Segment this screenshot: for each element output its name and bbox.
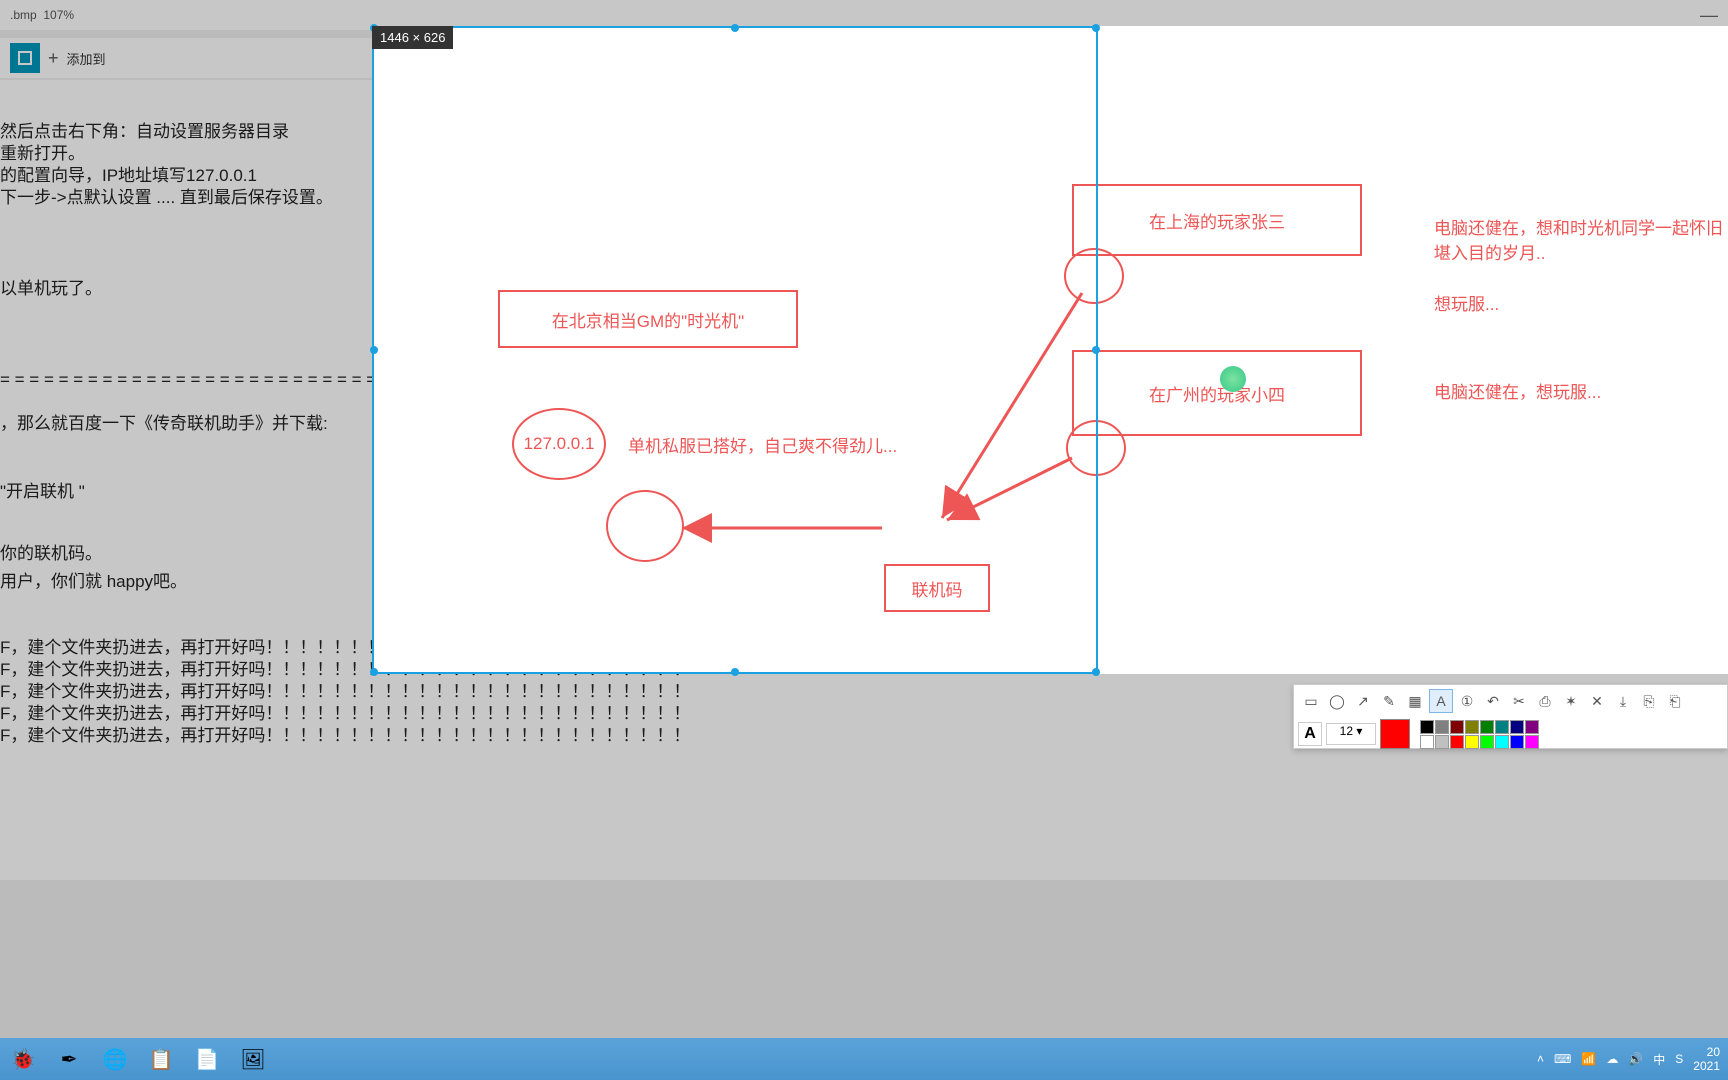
save-tool[interactable]: ⤓	[1611, 689, 1635, 713]
shanghai-label: 在上海的玩家张三	[1149, 208, 1285, 233]
box-shanghai: 在上海的玩家张三	[1072, 184, 1362, 256]
color-swatch[interactable]	[1495, 720, 1509, 734]
tray-cloud-icon[interactable]: ☁	[1606, 1052, 1618, 1066]
server-text: 单机私服已搭好，自己爽不得劲儿...	[628, 432, 897, 457]
system-tray[interactable]: ˄ ⌨ 📶 ☁ 🔊 中 S 20 2021	[1537, 1045, 1720, 1074]
taskbar-app-icon[interactable]: 🐞	[8, 1044, 38, 1074]
box-beijing-label: 在北京相当GM的"时光机"	[552, 307, 744, 332]
diagram-canvas: 在北京相当GM的"时光机" 127.0.0.1 单机私服已搭好，自己爽不得劲儿.…	[372, 28, 1728, 674]
text-tool[interactable]: A	[1429, 689, 1453, 713]
undo-tool[interactable]: ↶	[1481, 689, 1505, 713]
ocr-tool[interactable]: ⎙	[1533, 689, 1557, 713]
taskbar-app-icon[interactable]: 📋	[146, 1044, 176, 1074]
lianji-label: 联机码	[912, 576, 963, 601]
copy-tool[interactable]: ⎘	[1637, 689, 1661, 713]
taskbar-app-icon[interactable]: ✒	[54, 1044, 84, 1074]
color-swatch[interactable]	[1525, 735, 1539, 749]
color-swatch[interactable]	[1450, 720, 1464, 734]
mosaic-tool[interactable]: ▦	[1403, 689, 1427, 713]
box-guangzhou: 在广州的玩家小四	[1072, 350, 1362, 436]
scissors-tool[interactable]: ✂	[1507, 689, 1531, 713]
color-swatch[interactable]	[1510, 735, 1524, 749]
taskbar-app-icon[interactable]: 📄	[192, 1044, 222, 1074]
tray-misc-icon[interactable]: S	[1675, 1052, 1683, 1066]
green-cursor-dot	[1220, 366, 1246, 392]
selection-dimensions: 1446 × 626	[372, 26, 453, 49]
ellipse-near-ip	[606, 490, 684, 562]
tray-keyboard-icon[interactable]: ⌨	[1554, 1052, 1571, 1066]
color-swatch[interactable]	[1480, 720, 1494, 734]
ellipse-guangzhou	[1066, 420, 1126, 476]
screenshot-toolbar[interactable]: ▭ ◯ ↗ ✎ ▦ A ① ↶ ✂ ⎙ ✶ ✕ ⤓ ⎘ ⎗ A 12 ▾	[1293, 684, 1728, 749]
tray-chevron-icon[interactable]: ˄	[1537, 1052, 1544, 1066]
tray-ime-icon[interactable]: 中	[1653, 1051, 1665, 1068]
tray-volume-icon[interactable]: 🔊	[1628, 1052, 1643, 1066]
dim-overlay	[0, 0, 1728, 26]
taskbar[interactable]: 🐞 ✒ 🌐 📋 📄 🖼 ˄ ⌨ 📶 ☁ 🔊 中 S 20 2021	[0, 1038, 1728, 1080]
taskbar-app-icon[interactable]: 🌐	[100, 1044, 130, 1074]
caption-text: 电脑还健在，想玩服...	[1434, 378, 1601, 403]
pencil-tool[interactable]: ✎	[1377, 689, 1401, 713]
ip-label: 127.0.0.1	[524, 434, 595, 454]
caption-text: 电脑还健在，想和时光机同学一起怀旧堪入目的岁月..	[1434, 214, 1728, 264]
color-swatch[interactable]	[1435, 735, 1449, 749]
pin-tool[interactable]: ✕	[1585, 689, 1609, 713]
dropper-tool[interactable]: ✶	[1559, 689, 1583, 713]
color-swatch[interactable]	[1510, 720, 1524, 734]
color-swatch[interactable]	[1525, 720, 1539, 734]
ellipse-shanghai	[1064, 248, 1124, 304]
current-color[interactable]	[1380, 719, 1410, 749]
taskbar-app-icon[interactable]: 🖼	[238, 1044, 268, 1074]
arrow-tool[interactable]: ↗	[1351, 689, 1375, 713]
font-size-select[interactable]: 12 ▾	[1326, 723, 1376, 745]
guangzhou-label: 在广州的玩家小四	[1149, 381, 1285, 406]
color-swatch[interactable]	[1480, 735, 1494, 749]
color-swatch[interactable]	[1420, 735, 1434, 749]
tray-wifi-icon[interactable]: 📶	[1581, 1052, 1596, 1066]
rect-tool[interactable]: ▭	[1299, 689, 1323, 713]
color-swatch[interactable]	[1450, 735, 1464, 749]
dim-overlay	[0, 26, 372, 674]
color-swatch[interactable]	[1420, 720, 1434, 734]
ellipse-tool[interactable]: ◯	[1325, 689, 1349, 713]
bookmark-tool[interactable]: ⎗	[1663, 689, 1687, 713]
color-swatch[interactable]	[1435, 720, 1449, 734]
caption-text: 想玩服...	[1434, 290, 1499, 315]
box-beijing-gm: 在北京相当GM的"时光机"	[498, 290, 798, 348]
color-swatch[interactable]	[1465, 735, 1479, 749]
ellipse-ip: 127.0.0.1	[512, 408, 606, 480]
font-style[interactable]: A	[1298, 722, 1322, 746]
box-lianji: 联机码	[884, 564, 990, 612]
color-swatch[interactable]	[1465, 720, 1479, 734]
counter-tool[interactable]: ①	[1455, 689, 1479, 713]
color-swatch[interactable]	[1495, 735, 1509, 749]
taskbar-clock[interactable]: 20 2021	[1693, 1045, 1720, 1074]
color-swatches[interactable]	[1420, 720, 1539, 749]
